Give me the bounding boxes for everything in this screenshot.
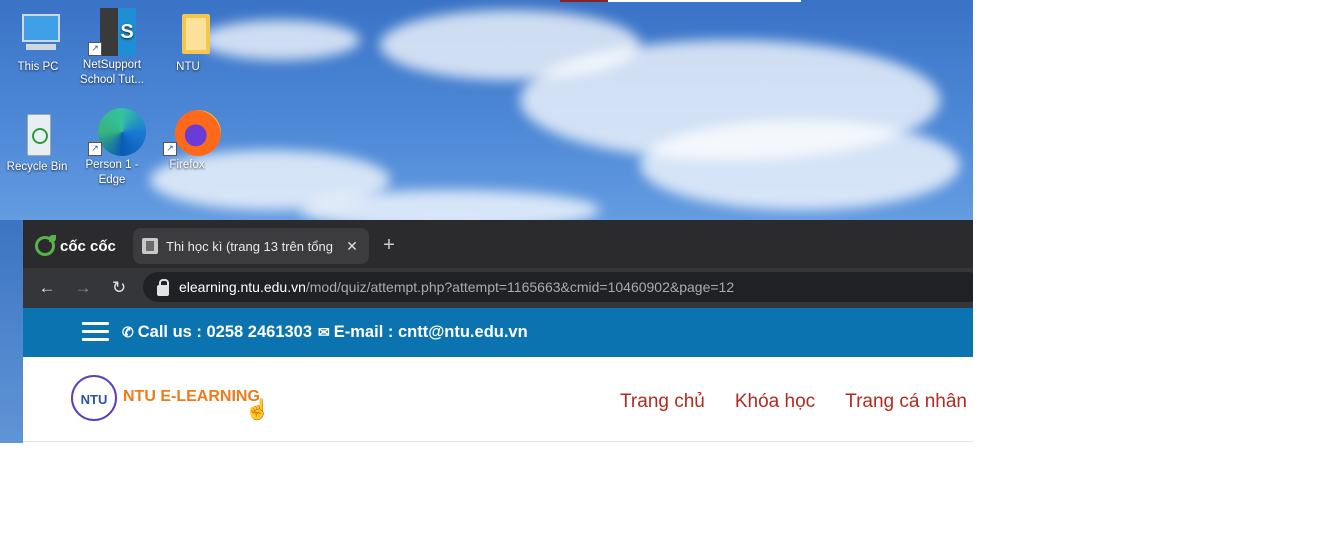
reload-button[interactable]: ↻: [107, 276, 131, 300]
phone-icon: ✆: [122, 324, 134, 340]
nav-link-home[interactable]: Trang chủ: [620, 391, 705, 413]
browser-window: cốc cốc Thi học kì (trang 13 trên tổng ✕…: [23, 220, 973, 443]
phone-text: Call us : 0258 2461303: [137, 323, 313, 341]
pointer-hand-icon: ☝: [245, 399, 270, 421]
browser-toolbar: ← → ↻ elearning.ntu.edu.vn/mod/quiz/atte…: [23, 268, 973, 308]
nav-menu: Trang chủ Khóa học Trang cá nhân: [590, 391, 967, 413]
email-text: E-mail : cntt@ntu.edu.vn: [333, 323, 528, 341]
site-logo[interactable]: NTU NTU E-LEARNING ☝: [71, 373, 271, 427]
tab-strip: cốc cốc Thi học kì (trang 13 trên tổng ✕…: [23, 220, 973, 268]
netsupport-icon: S ↗: [88, 8, 136, 56]
coccoc-logo-icon: [35, 235, 56, 256]
browser-brand[interactable]: cốc cốc: [35, 235, 116, 257]
desktop-icon-firefox[interactable]: ↗ Firefox: [151, 108, 223, 173]
desktop-icon-recycle-bin[interactable]: Recycle Bin: [1, 110, 73, 175]
envelope-icon: ✉: [318, 324, 330, 340]
lock-icon[interactable]: [157, 278, 169, 296]
forward-button[interactable]: →: [71, 276, 95, 300]
shortcut-arrow-icon: ↗: [163, 142, 177, 156]
tab-active[interactable]: Thi học kì (trang 13 trên tổng ✕: [133, 228, 369, 264]
ntu-seal-icon: NTU: [71, 375, 117, 421]
desktop-edge: [0, 220, 23, 443]
url-text: elearning.ntu.edu.vn/mod/quiz/attempt.ph…: [179, 279, 735, 295]
contact-bar: ✆ Call us : 0258 2461303 ✉ E-mail : cntt…: [23, 308, 973, 357]
firefox-icon: ↗: [163, 108, 221, 156]
desktop-icon-this-pc[interactable]: This PC: [2, 10, 74, 75]
shortcut-arrow-icon: ↗: [88, 42, 102, 56]
nav-link-profile[interactable]: Trang cá nhân: [845, 391, 967, 413]
desktop-icon-netsupport[interactable]: S ↗ NetSupport School Tut...: [76, 8, 148, 88]
folder-icon: [164, 10, 212, 58]
new-tab-button[interactable]: +: [379, 234, 399, 257]
desktop-icon-edge[interactable]: ↗ Person 1 - Edge: [76, 108, 148, 188]
edge-icon: ↗: [88, 108, 146, 156]
tab-title: Thi học kì (trang 13 trên tổng: [166, 238, 333, 254]
main-navbar: NTU NTU E-LEARNING ☝ Trang chủ Khóa học …: [23, 357, 973, 442]
address-bar[interactable]: elearning.ntu.edu.vn/mod/quiz/attempt.ph…: [143, 272, 973, 302]
shortcut-arrow-icon: ↗: [88, 142, 102, 156]
desktop-icon-ntu-folder[interactable]: NTU: [152, 10, 224, 75]
window-edge: [560, 0, 801, 2]
back-button[interactable]: ←: [35, 276, 59, 300]
contact-info: ✆ Call us : 0258 2461303 ✉ E-mail : cntt…: [122, 323, 528, 342]
favicon-icon: [142, 238, 158, 254]
logo-text: NTU E-LEARNING: [123, 388, 260, 405]
close-icon[interactable]: ✕: [341, 238, 363, 255]
computer-icon: [14, 10, 62, 58]
nav-link-courses[interactable]: Khóa học: [735, 391, 815, 413]
web-page: ✆ Call us : 0258 2461303 ✉ E-mail : cntt…: [23, 308, 973, 443]
hamburger-menu-icon[interactable]: [82, 322, 109, 342]
recycle-bin-icon: [13, 110, 61, 158]
